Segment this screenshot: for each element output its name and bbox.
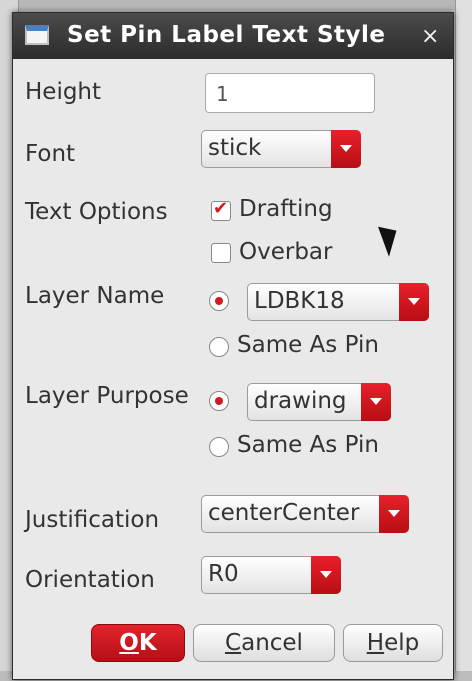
layer-name-same-as-pin-radio[interactable] — [209, 337, 229, 357]
justification-combo[interactable]: centerCenter — [201, 495, 409, 533]
ok-label-rest: K — [138, 630, 157, 656]
background-right-panel — [455, 0, 472, 681]
overbar-checkbox[interactable] — [211, 243, 231, 263]
cancel-button[interactable]: Cancel — [193, 624, 335, 662]
ok-button[interactable]: OK — [91, 624, 185, 662]
justification-value: centerCenter — [208, 500, 360, 526]
orientation-value: R0 — [208, 561, 239, 587]
dropdown-arrow-icon[interactable] — [379, 495, 409, 533]
layer-purpose-same-as-pin-radio[interactable] — [209, 437, 229, 457]
close-icon[interactable]: × — [421, 24, 439, 49]
mouse-cursor-icon — [378, 221, 404, 257]
help-label-rest: elp — [384, 630, 420, 656]
drafting-checkbox[interactable] — [211, 198, 231, 221]
layer-purpose-radio-value[interactable] — [209, 391, 229, 411]
title-bar[interactable]: Set Pin Label Text Style × — [13, 13, 453, 59]
cancel-mnemonic: C — [225, 630, 242, 656]
justification-label: Justification — [25, 507, 160, 533]
height-input[interactable]: 1 — [205, 73, 375, 113]
layer-name-combo[interactable]: LDBK18 — [247, 283, 429, 321]
help-button[interactable]: Help — [343, 624, 443, 662]
layer-name-radio-value[interactable] — [209, 291, 229, 311]
ok-mnemonic: O — [119, 630, 139, 656]
window-icon — [25, 25, 49, 45]
layer-name-value: LDBK18 — [254, 288, 345, 314]
background-top-strip — [0, 0, 472, 10]
dropdown-arrow-icon[interactable] — [311, 556, 341, 594]
text-options-label: Text Options — [25, 199, 168, 225]
height-label: Height — [25, 79, 102, 105]
layer-purpose-value: drawing — [254, 388, 347, 414]
layer-name-label: Layer Name — [25, 283, 165, 309]
cancel-label-rest: ancel — [241, 630, 303, 656]
layer-purpose-same-as-pin-label[interactable]: Same As Pin — [237, 432, 379, 458]
orientation-combo[interactable]: R0 — [201, 556, 341, 594]
dropdown-arrow-icon[interactable] — [361, 383, 391, 421]
layer-purpose-combo[interactable]: drawing — [247, 383, 391, 421]
font-label: Font — [25, 141, 76, 167]
drafting-label[interactable]: Drafting — [239, 196, 333, 222]
font-value: stick — [208, 135, 262, 161]
font-combo[interactable]: stick — [201, 130, 361, 168]
dialog-title: Set Pin Label Text Style — [67, 22, 386, 48]
dropdown-arrow-icon[interactable] — [399, 283, 429, 321]
layer-purpose-label: Layer Purpose — [25, 383, 189, 409]
dropdown-arrow-icon[interactable] — [331, 130, 361, 168]
set-pin-label-dialog: Set Pin Label Text Style × Height 1 Font… — [12, 12, 454, 680]
overbar-label[interactable]: Overbar — [239, 239, 332, 265]
layer-name-same-as-pin-label[interactable]: Same As Pin — [237, 332, 379, 358]
orientation-label: Orientation — [25, 567, 155, 593]
help-mnemonic: H — [366, 630, 385, 656]
